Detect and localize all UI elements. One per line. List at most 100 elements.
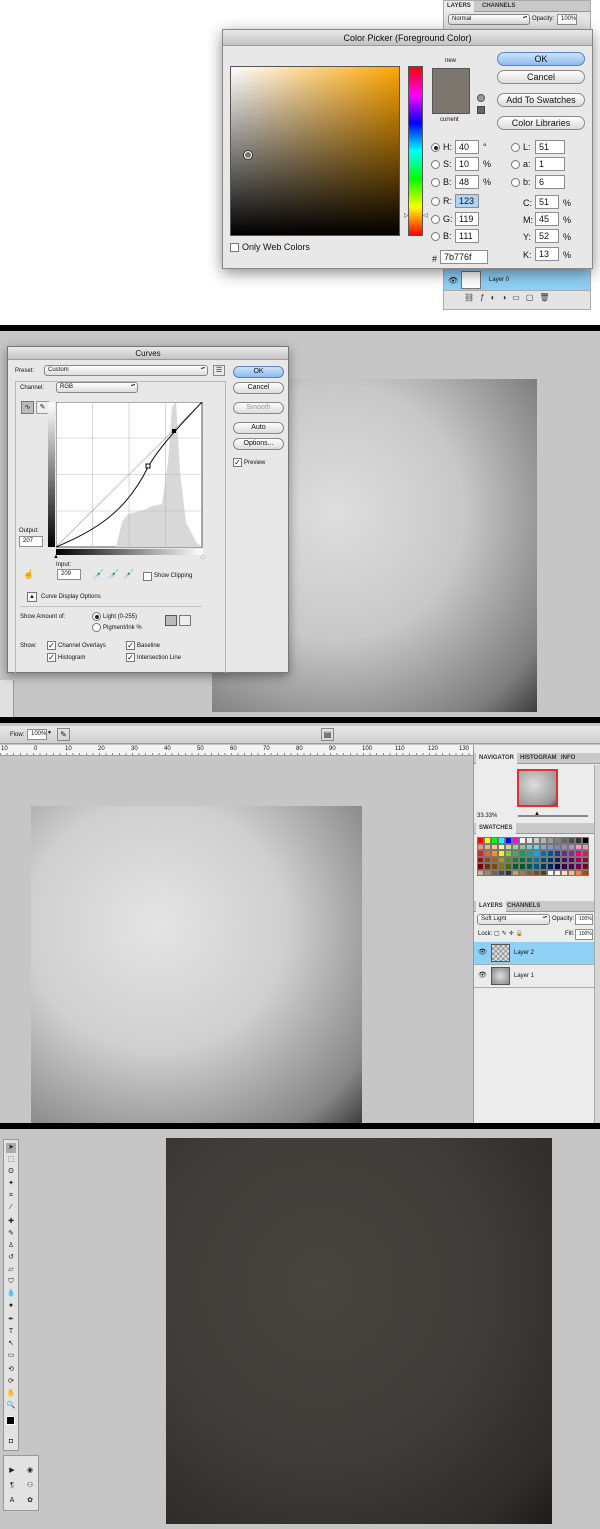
color-libraries-button[interactable]: Color Libraries: [497, 116, 585, 130]
channel-select[interactable]: RGB: [56, 382, 138, 393]
white-point-slider[interactable]: ▲: [200, 554, 206, 560]
3d-tool-icon[interactable]: ⟲: [6, 1365, 16, 1375]
channel-overlays-checkbox[interactable]: ✓: [47, 641, 56, 650]
show-clipping-checkbox[interactable]: [143, 572, 152, 581]
simple-grid-icon[interactable]: [165, 615, 177, 626]
swatch-cell[interactable]: [561, 869, 568, 876]
swatch-cell[interactable]: [526, 869, 533, 876]
options-button[interactable]: Options...: [233, 438, 284, 450]
hex-field[interactable]: 7b776f: [440, 250, 488, 264]
swatch-cell[interactable]: [498, 869, 505, 876]
lock-icons[interactable]: ▢✎✛🔒: [494, 930, 525, 937]
g-radio[interactable]: [431, 215, 440, 224]
fill-field[interactable]: 100%: [575, 929, 593, 940]
layer-row-layer1[interactable]: 👁 Layer 1: [474, 965, 594, 988]
preset-options-icon[interactable]: ☰: [213, 365, 225, 376]
web-safe-icon[interactable]: [477, 106, 485, 114]
layer-row-layer2[interactable]: 👁 Layer 2: [474, 942, 594, 965]
stamp-tool-icon[interactable]: ♙: [6, 1241, 16, 1251]
y-field[interactable]: 52: [535, 229, 559, 243]
crop-tool-icon[interactable]: ⌗: [6, 1191, 16, 1201]
hue-slider[interactable]: [408, 66, 423, 236]
light-radio[interactable]: [92, 612, 101, 621]
3d-camera-tool-icon[interactable]: ⟳: [6, 1377, 16, 1387]
swatch-cell[interactable]: [505, 869, 512, 876]
a-radio[interactable]: [511, 160, 520, 169]
swatch-cell[interactable]: [519, 869, 526, 876]
curves-ok-button[interactable]: OK: [233, 366, 284, 378]
flow-dropdown-arrow[interactable]: ▼: [47, 730, 52, 736]
disclosure-icon[interactable]: ▲: [27, 592, 37, 602]
l-field[interactable]: 51: [535, 140, 565, 154]
tab-layers[interactable]: LAYERS: [476, 901, 506, 912]
h-radio[interactable]: [431, 143, 440, 152]
quick-mask-icon[interactable]: ◘: [6, 1437, 16, 1447]
tab-channels[interactable]: CHANNELS: [479, 1, 518, 12]
gray-eyedropper-icon[interactable]: 💉: [108, 569, 119, 580]
a-field[interactable]: 1: [535, 157, 565, 171]
r-field[interactable]: 123: [455, 194, 479, 208]
preset-select[interactable]: Custom: [44, 365, 208, 376]
tab-histogram[interactable]: HISTOGRAM: [517, 753, 560, 764]
layers-footer-icons[interactable]: ⛓ƒ◐◑▭▢🗑: [444, 293, 590, 307]
c-field[interactable]: 51: [535, 195, 559, 209]
white-eyedropper-icon[interactable]: 💉: [123, 569, 134, 580]
baseline-checkbox[interactable]: ✓: [126, 641, 135, 650]
curve-point-tool-icon[interactable]: ∿: [21, 401, 34, 414]
tab-navigator[interactable]: NAVIGATOR: [476, 753, 518, 764]
bucket-tool-icon[interactable]: ⛉: [6, 1277, 16, 1287]
history-brush-tool-icon[interactable]: ↺: [6, 1253, 16, 1263]
marquee-tool-icon[interactable]: ⬚: [6, 1155, 16, 1165]
hand-tool-icon[interactable]: ✋: [6, 1389, 16, 1399]
layer-row-layer0[interactable]: 👁 Layer 0: [444, 269, 590, 291]
paragraph-icon[interactable]: ¶: [7, 1481, 17, 1491]
history-icon[interactable]: ◉: [25, 1466, 35, 1476]
eraser-tool-icon[interactable]: ▱: [6, 1265, 16, 1275]
swatch-cell[interactable]: [512, 869, 519, 876]
rgb-b-radio[interactable]: [431, 232, 440, 241]
h-field[interactable]: 40: [455, 140, 479, 154]
eyedropper-tool-icon[interactable]: ⁄: [6, 1203, 16, 1213]
opacity-field[interactable]: 100%: [575, 914, 593, 925]
airbrush-icon[interactable]: ✎: [57, 728, 70, 741]
zoom-tool-icon[interactable]: 🔍: [6, 1401, 16, 1411]
curve-graph[interactable]: [56, 402, 203, 548]
eye-icon[interactable]: 👁: [478, 971, 487, 979]
path-select-tool-icon[interactable]: ↖: [6, 1339, 16, 1349]
shape-tool-icon[interactable]: ▭: [6, 1351, 16, 1361]
rgb-b-field[interactable]: 111: [455, 229, 479, 243]
tab-layers[interactable]: LAYERS: [444, 1, 474, 12]
preview-checkbox[interactable]: ✓: [233, 458, 242, 467]
swatch-cell[interactable]: [582, 869, 589, 876]
brush-tool-icon[interactable]: ✎: [6, 1229, 16, 1239]
b-field[interactable]: 48: [455, 175, 479, 189]
tab-swatches[interactable]: SWATCHES: [476, 823, 516, 834]
l-radio[interactable]: [511, 143, 520, 152]
panel-scrollbar[interactable]: [594, 765, 600, 1123]
swatch-cell[interactable]: [575, 869, 582, 876]
lasso-tool-icon[interactable]: ʘ: [6, 1167, 16, 1177]
histogram-checkbox[interactable]: ✓: [47, 653, 56, 662]
swatch-cell[interactable]: [547, 869, 554, 876]
swatch-cell[interactable]: [491, 869, 498, 876]
pigment-radio[interactable]: [92, 623, 101, 632]
swatch-grid[interactable]: [477, 837, 589, 891]
character-icon[interactable]: A: [7, 1496, 17, 1506]
blur-tool-icon[interactable]: 💧: [6, 1289, 16, 1299]
output-field[interactable]: 207: [19, 536, 43, 547]
zoom-slider-thumb[interactable]: ▲: [534, 811, 540, 817]
k-field[interactable]: 13: [535, 247, 559, 261]
lab-b-radio[interactable]: [511, 178, 520, 187]
swatch-cell[interactable]: [484, 869, 491, 876]
r-radio[interactable]: [431, 197, 440, 206]
add-to-swatches-button[interactable]: Add To Swatches: [497, 93, 585, 107]
smooth-button[interactable]: Smooth: [233, 402, 284, 414]
pen-tool-icon[interactable]: ✒: [6, 1315, 16, 1325]
magic-wand-tool-icon[interactable]: ✦: [6, 1179, 16, 1189]
tab-info[interactable]: INFO: [558, 753, 578, 764]
swatch-cell[interactable]: [540, 869, 547, 876]
swatch-cell[interactable]: [554, 869, 561, 876]
only-web-colors-checkbox[interactable]: [230, 243, 239, 252]
swatch-cell[interactable]: [533, 869, 540, 876]
hue-slider-left-arrow[interactable]: ▷: [404, 212, 409, 219]
